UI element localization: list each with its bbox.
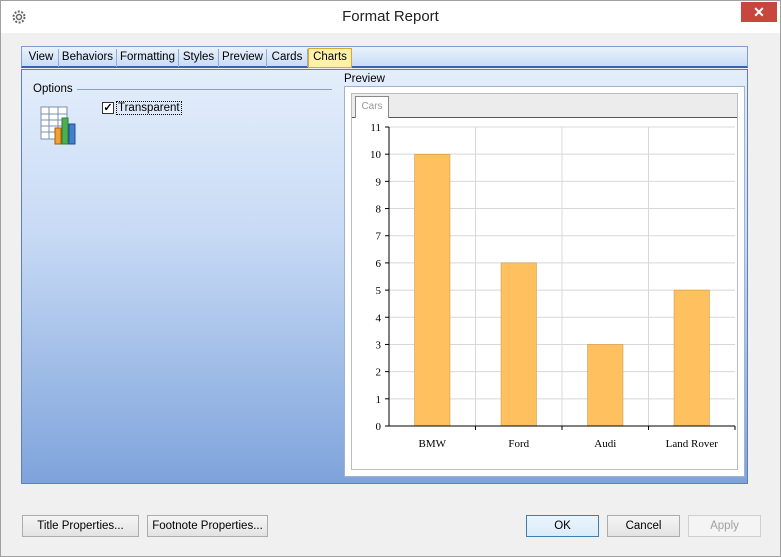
x-tick-label: BMW [419, 438, 447, 450]
y-tick-label: 5 [376, 285, 382, 297]
chart-preview: Cars 0 1 2 3 4 5 6 7 8 9 10 11 BMW Ford Audi Land Rover [351, 93, 738, 470]
tab-cards[interactable]: Cards [267, 49, 308, 67]
options-divider [77, 89, 332, 90]
y-tick-label: 1 [376, 394, 382, 406]
bar-land-rover [673, 289, 710, 427]
y-tick-label: 2 [376, 367, 382, 379]
preview-frame: Cars 0 1 2 3 4 5 6 7 8 9 10 11 BMW Ford Audi Land Rover [344, 86, 745, 477]
cancel-button[interactable]: Cancel [607, 515, 680, 537]
tab-behaviors[interactable]: Behaviors [59, 49, 117, 67]
format-report-dialog: Format Report ✕ View Behaviors Formattin… [0, 0, 781, 557]
charts-panel: Options ✓ Transparent Preview Cars 0 1 2 3 4… [21, 69, 748, 484]
y-tick-label: 6 [376, 258, 382, 270]
chart-tab-cars[interactable]: Cars [355, 96, 389, 118]
y-tick-label: 4 [376, 312, 382, 324]
ok-button[interactable]: OK [526, 515, 599, 537]
y-tick-label: 8 [376, 204, 382, 216]
tab-styles[interactable]: Styles [179, 49, 219, 67]
y-tick-label: 11 [370, 122, 381, 134]
y-tick-label: 10 [370, 149, 382, 161]
title-properties-button[interactable]: Title Properties... [22, 515, 139, 537]
y-tick-label: 7 [376, 231, 382, 243]
chart-tabstrip: Cars [352, 94, 737, 118]
apply-button[interactable]: Apply [688, 515, 761, 537]
y-tick-label: 9 [376, 176, 382, 188]
x-tick-label: Audi [594, 438, 616, 450]
chart-table-icon [40, 106, 76, 145]
close-button[interactable]: ✕ [741, 2, 777, 22]
y-tick-label: 3 [376, 339, 382, 351]
x-tick-label: Ford [508, 438, 529, 450]
footnote-properties-button[interactable]: Footnote Properties... [147, 515, 268, 537]
tab-view[interactable]: View [24, 49, 59, 67]
tab-preview[interactable]: Preview [219, 49, 267, 67]
window-title: Format Report [342, 8, 439, 25]
tab-charts[interactable]: Charts [308, 48, 352, 68]
transparent-label[interactable]: Transparent [116, 101, 182, 115]
x-tick-label: Land Rover [666, 438, 719, 450]
tab-formatting[interactable]: Formatting [117, 49, 179, 67]
bar-ford [500, 262, 537, 427]
options-group-label: Options [33, 83, 73, 95]
title-bar: Format Report ✕ [1, 1, 780, 33]
bar-chart: 0 1 2 3 4 5 6 7 8 9 10 11 BMW Ford Audi Land Rover [370, 122, 736, 450]
bar-bmw [414, 153, 451, 427]
transparent-checkbox[interactable]: ✓ [102, 102, 114, 114]
preview-group-label: Preview [344, 73, 385, 85]
y-tick-label: 0 [376, 421, 382, 433]
bar-audi [587, 344, 624, 427]
tab-bar: View Behaviors Formatting Styles Preview… [21, 46, 748, 68]
